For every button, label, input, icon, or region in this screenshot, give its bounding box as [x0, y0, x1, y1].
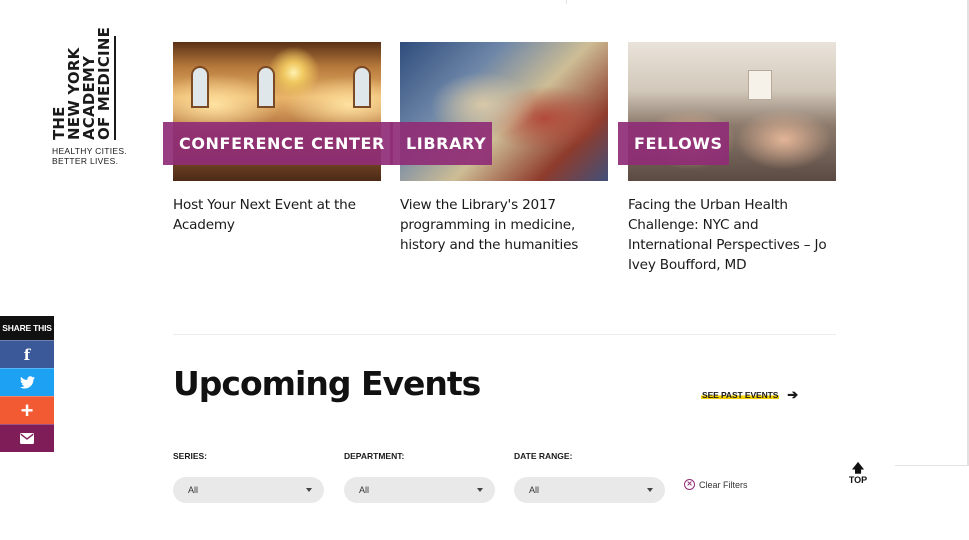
filter-date-range-label: DATE RANGE:	[514, 451, 573, 461]
back-to-top-button[interactable]: 🡅 TOP	[846, 462, 870, 486]
card-label-fellows[interactable]: FELLOWS	[618, 122, 729, 165]
top-tick	[566, 0, 567, 4]
caret-down-icon	[477, 488, 483, 492]
right-frame-foot	[895, 465, 969, 466]
card-title-fellows[interactable]: Facing the Urban Health Challenge: NYC a…	[628, 195, 836, 275]
back-to-top-label: TOP	[848, 475, 868, 485]
logo-tagline-2: BETTER LIVES.	[52, 156, 119, 166]
plus-icon: +	[20, 397, 34, 423]
caret-down-icon	[306, 488, 312, 492]
wall-frame-shape	[748, 70, 772, 100]
caret-down-icon	[647, 488, 653, 492]
logo-line-4: OF MEDICINE	[95, 26, 113, 140]
series-select[interactable]: All	[173, 477, 324, 503]
filter-series: SERIES: All	[173, 451, 324, 503]
logo-tagline: HEALTHY CITIES. BETTER LIVES.	[52, 146, 127, 166]
series-select-value: All	[188, 485, 199, 495]
feature-card-library[interactable]: LIBRARY View the Library's 2017 programm…	[390, 42, 608, 255]
filter-series-label: SERIES:	[173, 451, 208, 461]
card-title-conference[interactable]: Host Your Next Event at the Academy	[173, 195, 381, 235]
filter-department: DEPARTMENT: All	[344, 451, 495, 503]
filter-date-range: DATE RANGE: All	[514, 451, 665, 503]
card-label-conference[interactable]: CONFERENCE CENTER	[163, 122, 393, 165]
date-range-select-value: All	[529, 485, 540, 495]
email-icon	[20, 433, 34, 444]
share-heading: SHARE THIS	[0, 316, 54, 340]
arrow-up-icon: 🡅	[851, 461, 865, 475]
more-share-button[interactable]: +	[0, 396, 54, 424]
window-shape	[353, 66, 371, 108]
feature-card-conference[interactable]: CONFERENCE CENTER Host Your Next Event a…	[163, 42, 393, 235]
email-share-button[interactable]	[0, 424, 54, 452]
academy-logo[interactable]: THE NEW YORK ACADEMY OF MEDICINE HEALTHY…	[50, 18, 130, 168]
feature-card-fellows[interactable]: FELLOWS Facing the Urban Health Challeng…	[618, 42, 836, 275]
logo-rule	[114, 36, 116, 140]
see-past-events-label: SEE PAST EVENTS	[701, 389, 780, 400]
section-divider	[173, 334, 836, 335]
clear-filters-label: Clear Filters	[699, 479, 748, 490]
card-label-library[interactable]: LIBRARY	[390, 122, 493, 165]
date-range-select[interactable]: All	[514, 477, 665, 503]
upcoming-events-title: Upcoming Events	[173, 364, 481, 403]
window-shape	[191, 66, 209, 108]
clear-x-icon: ✕	[684, 479, 695, 490]
twitter-share-button[interactable]	[0, 368, 54, 396]
card-title-library[interactable]: View the Library's 2017 programming in m…	[400, 195, 608, 255]
department-select-value: All	[359, 485, 370, 495]
arrow-right-icon: ➔	[787, 387, 799, 402]
window-shape	[257, 66, 275, 108]
filter-department-label: DEPARTMENT:	[344, 451, 405, 461]
clear-filters-button[interactable]: ✕ Clear Filters	[684, 479, 748, 490]
facebook-share-button[interactable]: f	[0, 340, 54, 368]
logo-tagline-1: HEALTHY CITIES.	[52, 146, 128, 156]
department-select[interactable]: All	[344, 477, 495, 503]
facebook-icon: f	[23, 345, 31, 364]
see-past-events-link[interactable]: SEE PAST EVENTS ➔	[701, 388, 798, 401]
twitter-icon	[19, 376, 35, 389]
share-bar: SHARE THIS f +	[0, 316, 54, 452]
